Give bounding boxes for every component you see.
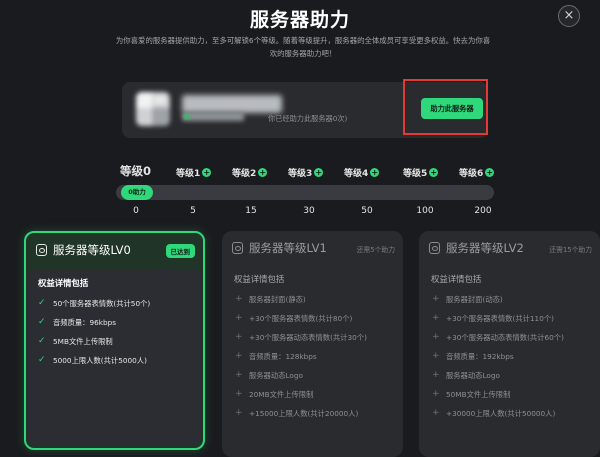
- plus-icon: +: [432, 408, 440, 418]
- plus-icon: +: [432, 332, 440, 342]
- tick-label: 5: [190, 206, 196, 216]
- plus-icon: +: [258, 168, 268, 177]
- close-button[interactable]: ×: [558, 5, 580, 27]
- perk-item: + +30个服务器表情数(共计110个): [431, 309, 588, 328]
- server-name: [182, 95, 282, 113]
- plus-icon: +: [432, 389, 440, 399]
- card-title: 服务器等级LV0: [53, 243, 131, 257]
- level-5[interactable]: 等级5 +: [403, 166, 439, 179]
- server-icon: [429, 242, 440, 254]
- plus-icon: +: [432, 351, 440, 361]
- plus-icon: +: [235, 351, 243, 361]
- perk-item: + 服务器动态Logo: [431, 366, 588, 385]
- plus-icon: +: [432, 313, 440, 323]
- tick-label: 50: [361, 206, 373, 216]
- level-label: 等级4: [344, 169, 369, 179]
- server-icon: [232, 242, 243, 254]
- tick-label: 200: [474, 206, 492, 216]
- tick-label: 0: [133, 206, 139, 216]
- check-icon: ✓: [38, 355, 46, 365]
- level-card-lv1: 服务器等级LV1 还需5个助力 权益详情包括 + 服务器封面(静态) + +30个服…: [222, 231, 403, 457]
- card-header: 服务器等级LV2 还需15个助力: [429, 240, 592, 260]
- level-card-lv2: 服务器等级LV2 还需15个助力 权益详情包括 + 服务器封面(动态) + +30个…: [419, 231, 600, 457]
- plus-icon: +: [235, 408, 243, 418]
- plus-icon: +: [429, 168, 439, 177]
- server-icon: [36, 244, 47, 256]
- dialog-title: 服务器助力: [249, 9, 350, 31]
- check-icon: ✓: [38, 336, 46, 346]
- card-header: 服务器等级LV1 还需5个助力: [232, 240, 395, 260]
- plus-icon: +: [432, 370, 440, 380]
- plus-icon: +: [235, 332, 243, 342]
- plus-icon: +: [370, 168, 380, 177]
- tick-label: 100: [416, 206, 434, 216]
- level-current-label: 等级0: [120, 164, 152, 178]
- perk-list: 权益详情包括 + 服务器封面(静态) + +30个服务器表情数(共计80个) + +3…: [224, 265, 401, 455]
- level-2[interactable]: 等级2 +: [232, 166, 268, 179]
- level-6[interactable]: 等级6 +: [459, 166, 495, 179]
- level-label: 等级6: [459, 169, 484, 179]
- perk-item: + 服务器封面(静态): [234, 290, 391, 309]
- level-1[interactable]: 等级1 +: [176, 166, 212, 179]
- perk-item: ✓ 音频质量：96kbps: [38, 313, 191, 332]
- server-info: [182, 112, 244, 121]
- perk-item: ✓ 5000上限人数(共计5000人): [38, 351, 191, 370]
- perk-item: + +30000上限人数(共计50000人): [431, 404, 588, 423]
- perk-item: + +15000上限人数(共计20000人): [234, 404, 391, 423]
- close-icon: ×: [563, 8, 575, 23]
- dialog-description: 为你喜爱的服务器提供助力，至多可解锁6个等级。随着等级提升，服务器的全体成员可享…: [115, 36, 491, 58]
- requirement-text: 还需15个助力: [549, 246, 592, 254]
- plus-icon: +: [235, 389, 243, 399]
- perk-item: + 服务器封面(动态): [431, 290, 588, 309]
- perk-item: + +30个服务器动态表情数(共计30个): [234, 328, 391, 347]
- boost-progress-bar: 0助力: [116, 185, 494, 200]
- perk-heading: 权益详情包括: [38, 278, 89, 288]
- card-title: 服务器等级LV1: [249, 241, 327, 255]
- plus-icon: +: [314, 168, 324, 177]
- perk-item: ✓ 50个服务器表情数(共计50个): [38, 294, 191, 313]
- perk-item: + +30个服务器表情数(共计80个): [234, 309, 391, 328]
- perk-list: 权益详情包括 + 服务器封面(动态) + +30个服务器表情数(共计110个) + +…: [421, 265, 598, 455]
- tick-label: 30: [303, 206, 315, 216]
- plus-icon: +: [235, 294, 243, 304]
- tick-label: 15: [245, 206, 257, 216]
- plus-icon: +: [202, 168, 212, 177]
- status-dot: [184, 114, 190, 119]
- perk-item: + +30个服务器动态表情数(共计60个): [431, 328, 588, 347]
- perk-item: +20MB文件上传限制: [234, 385, 391, 404]
- level-card-lv0: 服务器等级LV0 已达到 权益详情包括 ✓ 50个服务器表情数(共计50个) ✓ 音…: [24, 231, 205, 450]
- plus-icon: +: [485, 168, 495, 177]
- perk-heading: 权益详情包括: [431, 274, 482, 284]
- progress-fill: 0助力: [121, 185, 153, 200]
- perk-item: ✓ 5MB文件上传限制: [38, 332, 191, 351]
- plus-icon: +: [235, 313, 243, 323]
- level-label: 等级5: [403, 169, 428, 179]
- level-4[interactable]: 等级4 +: [344, 166, 380, 179]
- level-label: 等级1: [176, 169, 201, 179]
- perk-item: + 音频质量：128kbps: [234, 347, 391, 366]
- requirement-text: 还需5个助力: [356, 246, 395, 254]
- perk-list: 权益详情包括 ✓ 50个服务器表情数(共计50个) ✓ 音频质量：96kbps ✓ 5…: [28, 269, 201, 446]
- plus-icon: +: [235, 370, 243, 380]
- level-label: 等级2: [232, 169, 257, 179]
- level-3[interactable]: 等级3 +: [288, 166, 324, 179]
- boost-status-text: 你已经助力此服务器0次): [268, 114, 348, 123]
- perk-item: + 服务器动态Logo: [234, 366, 391, 385]
- perk-heading: 权益详情包括: [234, 274, 285, 284]
- check-icon: ✓: [38, 317, 46, 327]
- perk-item: +50MB文件上传限制: [431, 385, 588, 404]
- boost-server-button[interactable]: 助力此服务器: [421, 98, 483, 119]
- check-icon: ✓: [38, 298, 46, 308]
- plus-icon: +: [432, 294, 440, 304]
- reached-badge: 已达到: [165, 244, 195, 258]
- perk-item: + 音频质量：192kbps: [431, 347, 588, 366]
- server-avatar: [136, 92, 170, 126]
- card-header: 服务器等级LV0 已达到: [36, 242, 195, 262]
- card-title: 服务器等级LV2: [446, 241, 524, 255]
- level-label: 等级3: [288, 169, 313, 179]
